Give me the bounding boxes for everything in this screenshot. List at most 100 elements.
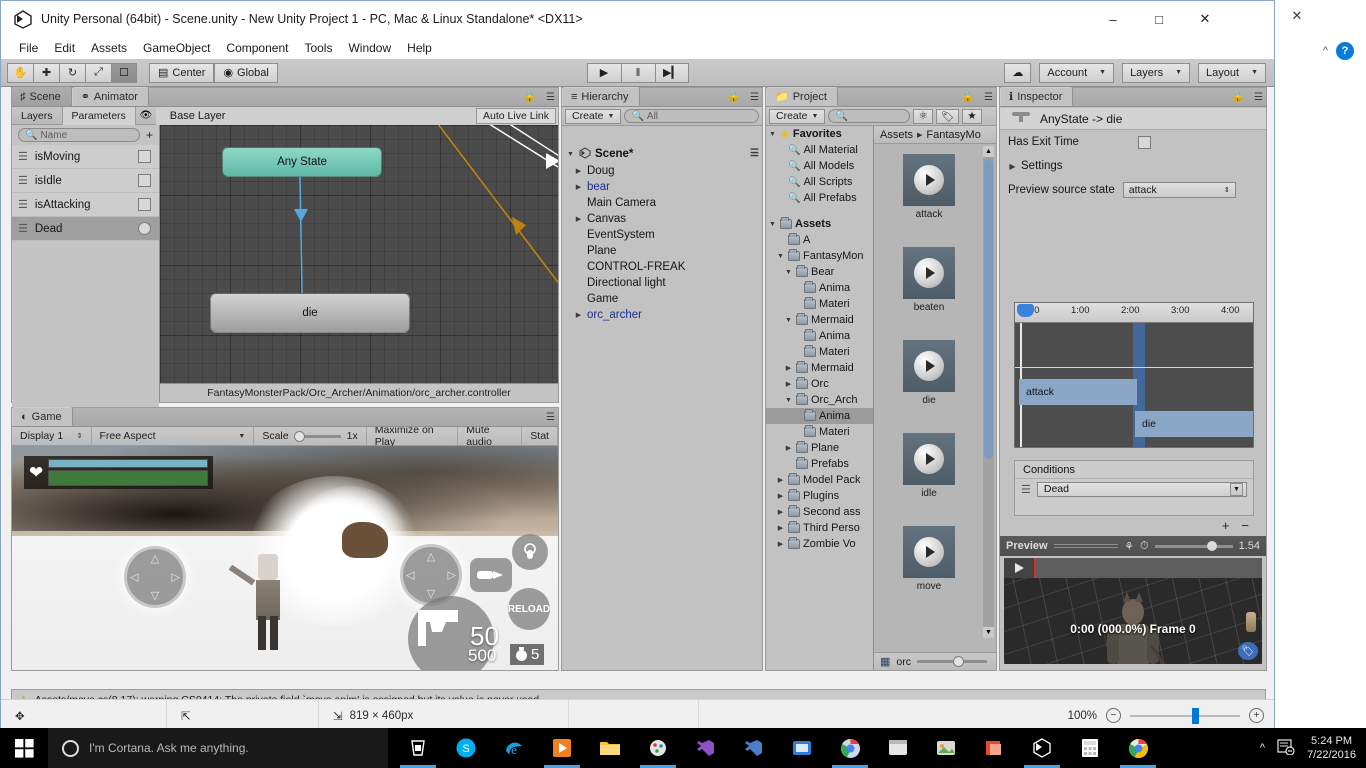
project-tree-row[interactable]: ▶ Third Perso	[766, 520, 873, 536]
start-button[interactable]	[0, 728, 48, 768]
condition-row[interactable]: ☰ Dead ▼	[1015, 479, 1253, 499]
remove-condition-button[interactable]: −	[1241, 518, 1249, 533]
unity-icon[interactable]	[1018, 728, 1066, 768]
scale-slider[interactable]: Scale 1x	[254, 426, 367, 446]
tab-hierarchy[interactable]: ≡ Hierarchy	[562, 87, 640, 106]
parameter-checkbox[interactable]	[138, 198, 151, 211]
chrome-icon[interactable]	[826, 728, 874, 768]
chevron-right-icon[interactable]: ▶	[784, 444, 793, 452]
project-tree[interactable]: ▼ ★ Favorites 🔍 All Material 🔍 All Model…	[766, 126, 874, 670]
minimize-button[interactable]: –	[1090, 1, 1136, 37]
menu-tools[interactable]: Tools	[296, 39, 340, 57]
drag-handle-icon[interactable]: ☰	[18, 174, 28, 187]
chevron-right-icon[interactable]: ▶	[776, 508, 785, 516]
clock[interactable]: 5:24 PM 7/22/2016	[1307, 734, 1356, 762]
hierarchy-item-main-camera[interactable]: Main Camera	[562, 195, 762, 211]
chevron-right-icon[interactable]: ▶	[574, 311, 583, 319]
reload-button[interactable]: RELOAD	[508, 588, 550, 630]
parameter-checkbox[interactable]	[138, 174, 151, 187]
play-button[interactable]: ▶	[586, 62, 621, 83]
pivot-toggle[interactable]: ▤ Center	[149, 62, 215, 83]
chevron-down-icon[interactable]: ▼	[784, 397, 793, 404]
grenade-widget[interactable]: 5	[510, 644, 545, 665]
parameter-row-ismoving[interactable]: ☰ isMoving	[12, 145, 159, 169]
dpad-down-icon[interactable]: ▽	[427, 587, 435, 600]
stats-toggle[interactable]: Stat	[522, 426, 558, 446]
office-icon[interactable]	[970, 728, 1018, 768]
hierarchy-item-directional-light[interactable]: Directional light	[562, 275, 762, 291]
tab-scene[interactable]: ♯ Scene	[12, 87, 72, 106]
move-tool-icon[interactable]: ✚	[33, 62, 59, 83]
zoom-out-button[interactable]: −	[1106, 708, 1121, 723]
bg-close-icon[interactable]: ✕	[1274, 0, 1320, 32]
dpad-left-icon[interactable]: ◁	[406, 569, 414, 582]
maximize-on-play-toggle[interactable]: Maximize on Play	[367, 424, 459, 448]
panel-menu-icon[interactable]: ☰	[1254, 92, 1263, 103]
layers-dropdown[interactable]: Layers ▼	[1122, 62, 1191, 83]
hierarchy-item-control-freak[interactable]: CONTROL-FREAK	[562, 259, 762, 275]
chevron-right-icon[interactable]: ▶	[784, 380, 793, 388]
scene-root-row[interactable]: ▼ Scene* ☰	[562, 145, 762, 163]
menu-edit[interactable]: Edit	[46, 39, 83, 57]
cortana-search-box[interactable]: I'm Cortana. Ask me anything.	[48, 728, 388, 768]
project-tree-row[interactable]: Prefabs	[766, 456, 873, 472]
chevron-right-icon[interactable]: ▶	[574, 167, 583, 175]
game-view[interactable]: ❤ △ ▽ ◁ ▷ △ ▽ ◁ ▷ RELOAD 50 500 5	[12, 446, 558, 670]
project-tree-row[interactable]: ▼ Mermaid	[766, 312, 873, 328]
parameter-row-dead[interactable]: ☰ Dead	[12, 217, 159, 241]
project-tree-row[interactable]: ▶ Second ass	[766, 504, 873, 520]
favorite-icon[interactable]: ★	[962, 108, 982, 124]
project-tree-row[interactable]: Anima	[766, 328, 873, 344]
project-favorite-all-models[interactable]: 🔍 All Models	[766, 158, 873, 174]
state-node-die[interactable]: die	[210, 293, 410, 333]
asset-grid-item[interactable]: idle	[899, 433, 959, 499]
project-tree-row[interactable]: Materi	[766, 296, 873, 312]
preview-source-dropdown[interactable]: attack ⇕	[1122, 182, 1236, 198]
calculator-icon[interactable]	[1066, 728, 1114, 768]
project-tree-row[interactable]: ▼ FantasyMon	[766, 248, 873, 264]
display-dropdown[interactable]: Display 1 ⇕	[12, 426, 92, 446]
project-tree-row[interactable]: ▼ Bear	[766, 264, 873, 280]
settings-foldout[interactable]: ▶ Settings	[1000, 154, 1266, 178]
space-toggle[interactable]: ◉ Global	[214, 62, 278, 83]
add-condition-button[interactable]: +	[1222, 518, 1230, 533]
panel-menu-icon[interactable]: ☰	[546, 412, 555, 423]
menu-file[interactable]: File	[11, 39, 46, 57]
drag-handle-icon[interactable]: ☰	[18, 150, 28, 163]
jump-button[interactable]	[512, 534, 548, 570]
scroll-down-arrow[interactable]: ▼	[983, 627, 994, 638]
avatar-icon[interactable]: ⚘	[1124, 540, 1134, 553]
account-dropdown[interactable]: Account ▼	[1039, 62, 1115, 83]
mute-audio-toggle[interactable]: Mute audio	[458, 424, 523, 448]
hierarchy-search-input[interactable]: 🔍 All	[624, 109, 759, 123]
lock-icon[interactable]: 🔒	[1232, 92, 1244, 103]
dpad-up-icon[interactable]: △	[427, 550, 435, 563]
bullet-button[interactable]	[470, 558, 512, 592]
chevron-right-icon[interactable]: ▶	[776, 476, 785, 484]
project-tree-row[interactable]: Anima	[766, 280, 873, 296]
project-tree-row[interactable]: ▶ Zombie Vo	[766, 536, 873, 552]
project-favorites-root[interactable]: ▼ ★ Favorites	[766, 126, 873, 142]
dpad-up-icon[interactable]: △	[151, 552, 159, 565]
has-exit-time-checkbox[interactable]	[1138, 135, 1151, 149]
scale-tool-icon[interactable]: ⤢	[85, 62, 111, 83]
rotate-tool-icon[interactable]: ↻	[59, 62, 85, 83]
timeline-ruler[interactable]: 0:00 1:00 2:00 3:00 4:00	[1015, 303, 1253, 323]
project-create-button[interactable]: Create ▼	[769, 108, 826, 124]
window-icon[interactable]	[874, 728, 922, 768]
preview-play-button[interactable]	[1004, 558, 1034, 578]
menu-help[interactable]: Help	[399, 39, 440, 57]
pause-button[interactable]: ‖	[620, 62, 655, 83]
layout-dropdown[interactable]: Layout ▼	[1198, 62, 1266, 83]
thumbnail-size-knob[interactable]	[953, 656, 964, 667]
asset-grid-item[interactable]: die	[899, 340, 959, 406]
project-tree-row[interactable]: Materi	[766, 344, 873, 360]
breadcrumb-assets[interactable]: Assets	[880, 129, 913, 141]
hierarchy-item-eventsystem[interactable]: EventSystem	[562, 227, 762, 243]
asset-grid-item[interactable]: beaten	[899, 247, 959, 313]
project-favorite-all-prefabs[interactable]: 🔍 All Prefabs	[766, 190, 873, 206]
panel-menu-icon[interactable]: ☰	[984, 92, 993, 103]
project-tree-row[interactable]: ▶ Plugins	[766, 488, 873, 504]
drag-handle-icon[interactable]: ☰	[18, 222, 28, 235]
scene-menu-icon[interactable]: ☰	[750, 148, 759, 159]
